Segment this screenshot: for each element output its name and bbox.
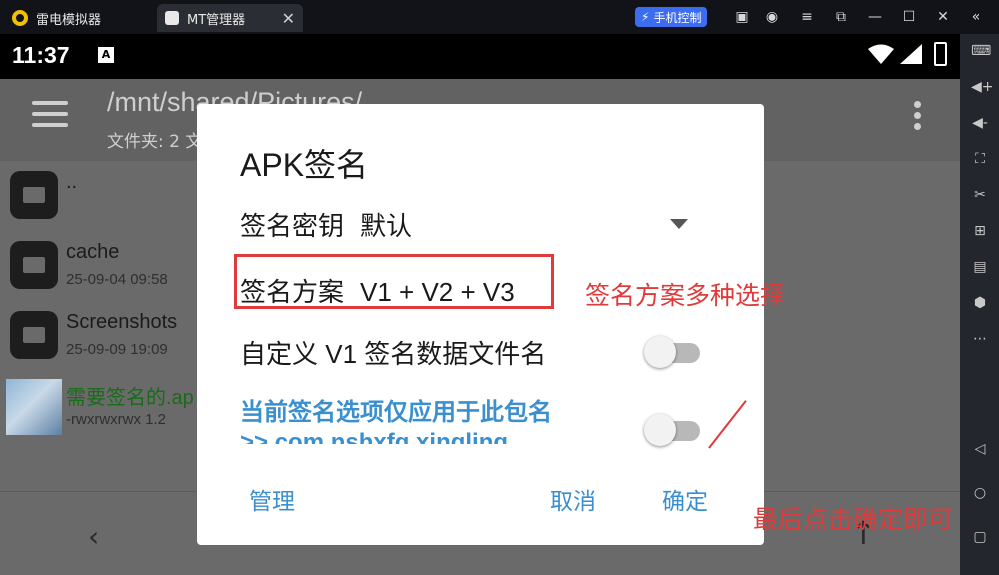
package-option-text: 当前签名选项仅应用于此包名 xyxy=(240,399,552,426)
popout-icon[interactable]: ⧉ xyxy=(832,8,850,26)
file-date: 25-09-04 09:58 xyxy=(66,271,168,288)
highlight-box xyxy=(234,254,554,309)
more-icon[interactable]: ⋯ xyxy=(971,330,989,348)
lightning-icon: ⚡ xyxy=(641,10,650,24)
settings-icon[interactable]: ⬢ xyxy=(971,294,989,312)
manage-button[interactable]: 管理 xyxy=(249,482,295,516)
apk-install-icon[interactable]: ▤ xyxy=(971,258,989,276)
keyboard-icon[interactable]: ⌨ xyxy=(971,42,991,60)
apk-sign-dialog: APK签名 签名密钥 默认 签名方案 V1 + V2 + V3 自定义 V1 签名数… xyxy=(197,104,764,545)
emulator-logo-icon xyxy=(12,10,28,26)
tab-close-icon[interactable]: ✕ xyxy=(282,9,295,28)
dropdown-arrow-icon[interactable] xyxy=(670,219,688,229)
battery-icon xyxy=(934,42,947,66)
file-name: cache xyxy=(66,241,120,263)
fullscreen-icon[interactable]: ⛶ xyxy=(971,150,989,168)
status-clock: 11:37 xyxy=(12,42,70,68)
package-name: >> com.nshxfg.xingling xyxy=(240,429,509,444)
notification-a-icon: A xyxy=(98,47,114,63)
close-icon[interactable]: ✕ xyxy=(934,8,952,26)
menu-icon[interactable]: ≡ xyxy=(798,8,816,26)
toggle-thumb xyxy=(644,336,676,368)
collapse-icon[interactable]: « xyxy=(967,8,985,26)
account-icon[interactable]: ◉ xyxy=(763,8,781,26)
tab-mt-manager[interactable]: MT管理器 ✕ xyxy=(157,4,303,32)
file-permissions: -rwxrwxrwx 1.2 xyxy=(66,411,166,428)
maximize-icon[interactable]: ☐ xyxy=(900,8,918,26)
status-bar: 11:37 A xyxy=(0,34,960,79)
volume-down-icon[interactable]: ◀- xyxy=(971,114,989,132)
add-app-icon[interactable]: ⊞ xyxy=(971,222,989,240)
chevron-left-icon[interactable]: ‹ xyxy=(88,520,99,553)
wifi-icon xyxy=(868,44,894,64)
file-date: 25-09-09 19:09 xyxy=(66,341,168,358)
back-nav-icon[interactable]: ◁ xyxy=(971,440,989,458)
signing-key-label: 签名密钥 xyxy=(240,211,345,241)
signing-key-select[interactable]: 签名密钥 默认 xyxy=(240,206,412,243)
folder-icon xyxy=(10,171,58,219)
folder-icon xyxy=(10,241,58,289)
tab-label: MT管理器 xyxy=(187,12,246,28)
confirm-button[interactable]: 确定 xyxy=(662,482,708,516)
home-nav-icon[interactable]: ○ xyxy=(971,484,989,502)
signal-icon xyxy=(900,44,922,64)
mt-manager-icon xyxy=(165,11,179,25)
minimize-icon[interactable]: — xyxy=(866,8,884,26)
hamburger-menu-icon[interactable] xyxy=(32,101,68,127)
phone-control-button[interactable]: ⚡ 手机控制 xyxy=(635,7,708,27)
recents-nav-icon[interactable]: ▢ xyxy=(971,528,989,546)
signing-key-value: 默认 xyxy=(360,211,413,241)
toggle-thumb xyxy=(644,414,676,446)
phone-control-label: 手机控制 xyxy=(653,10,702,25)
folder-icon xyxy=(10,311,58,359)
package-only-option: 当前签名选项仅应用于此包名 >> com.nshxfg.xingling xyxy=(240,398,610,444)
more-options-icon[interactable] xyxy=(914,101,922,134)
folder-count: 文件夹: 2 文 xyxy=(107,132,203,152)
file-name: .. xyxy=(66,171,78,193)
file-thumbnail xyxy=(6,379,62,435)
custom-v1-label: 自定义 V1 签名数据文件名 xyxy=(240,339,547,369)
volume-up-icon[interactable]: ◀+ xyxy=(971,78,994,96)
file-name: 需要签名的.ap xyxy=(66,387,194,409)
tab-emulator-home[interactable]: 雷电模拟器 xyxy=(12,4,101,32)
tab-label: 雷电模拟器 xyxy=(36,12,102,28)
package-only-toggle[interactable] xyxy=(644,414,700,446)
file-name: Screenshots xyxy=(66,311,178,333)
dialog-title: APK签名 xyxy=(240,147,369,183)
gift-icon[interactable]: ▣ xyxy=(733,8,751,26)
scheme-annotation: 签名方案多种选择 xyxy=(585,282,786,310)
custom-v1-toggle[interactable] xyxy=(644,336,700,368)
emulator-side-toolbar: ⌨ ◀+ ◀- ⛶ ✂ ⊞ ▤ ⬢ ⋯ ◁ ○ ▢ xyxy=(960,34,999,575)
emulator-title-bar: 雷电模拟器 MT管理器 ✕ ⚡ 手机控制 ▣ ◉ ≡ ⧉ — ☐ ✕ « xyxy=(0,0,999,34)
confirm-annotation: 最后点击确定即可 xyxy=(753,506,954,534)
cancel-button[interactable]: 取消 xyxy=(550,482,596,516)
scissors-icon[interactable]: ✂ xyxy=(971,186,989,204)
